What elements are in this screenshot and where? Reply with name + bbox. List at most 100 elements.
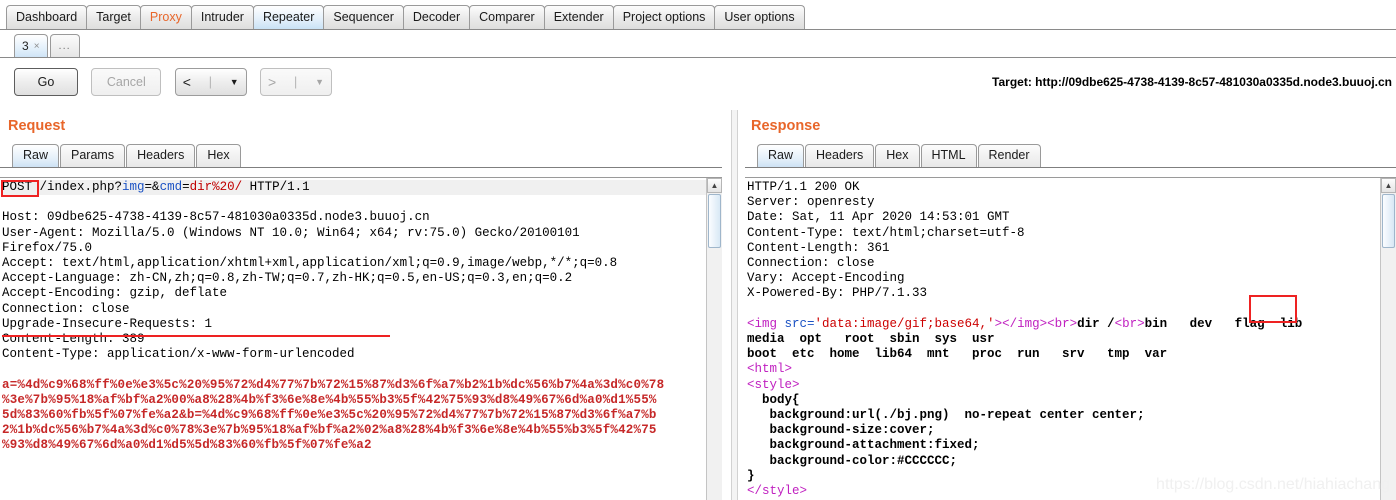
response-tab-raw[interactable]: Raw (757, 144, 805, 167)
request-header-accept-encoding: Accept-Encoding: gzip, deflate (2, 286, 228, 301)
chevron-down-icon[interactable]: ▼ (230, 77, 239, 87)
forward-arrow-icon: > (268, 74, 277, 90)
response-tab-render[interactable]: Render (977, 144, 1041, 167)
tab-decoder[interactable]: Decoder (402, 5, 471, 29)
response-scrollbar[interactable]: ▲ (1380, 178, 1396, 500)
request-header-connection: Connection: close (2, 301, 130, 316)
go-button[interactable]: Go (14, 68, 78, 96)
tab-target[interactable]: Target (86, 5, 141, 29)
request-tab-headers[interactable]: Headers (126, 144, 196, 167)
response-title: Response (751, 118, 821, 134)
response-css-background-size: background-size:cover; (747, 423, 935, 438)
response-html-open: <html> (747, 362, 793, 377)
request-method: POST (2, 180, 33, 194)
back-arrow-icon: < (182, 74, 191, 90)
response-style-open: <style> (747, 377, 800, 392)
request-body-line-2: %3e%7b%95%18%af%bf%a2%00%a8%28%4b%f3%6e%… (2, 392, 657, 407)
request-header-user-agent-cont: Firefox/75.0 (2, 240, 93, 255)
tab-intruder[interactable]: Intruder (190, 5, 254, 29)
request-header-host: Host: 09dbe625-4738-4139-8c57-481030a033… (2, 210, 430, 225)
scroll-up-icon[interactable]: ▲ (1381, 178, 1396, 193)
request-eq1: =& (144, 180, 160, 194)
response-listing-line-2: media opt root sbin sys usr (747, 332, 995, 347)
response-css-close-brace: } (747, 468, 755, 483)
request-tab-hex[interactable]: Hex (196, 144, 241, 167)
response-listing-after-flag: lib (1279, 316, 1303, 331)
response-pane: Response Raw Headers Hex HTML Render HTT… (745, 110, 1396, 500)
tab-dashboard[interactable]: Dashboard (6, 5, 88, 29)
response-editor[interactable]: HTTP/1.1 200 OK Server: openresty Date: … (745, 178, 1381, 500)
repeater-tab-label: 3 (22, 38, 29, 53)
response-tab-hex[interactable]: Hex (875, 144, 920, 167)
response-dir-command: dir / (1077, 316, 1115, 331)
request-body-line-1: a=%4d%c9%68%ff%0e%e3%5c%20%95%72%d4%77%7… (2, 377, 665, 392)
response-tab-headers[interactable]: Headers (805, 144, 875, 167)
request-tab-raw[interactable]: Raw (12, 144, 60, 167)
response-style-close: </style> (747, 484, 808, 499)
tab-extender[interactable]: Extender (543, 5, 614, 29)
response-header-connection: Connection: close (747, 256, 875, 271)
response-listing-line-3: boot etc home lib64 mnt proc run srv tmp… (747, 347, 1168, 362)
annotation-underline-content-type (2, 335, 390, 337)
request-header-accept-language: Accept-Language: zh-CN,zh;q=0.8,zh-TW;q=… (2, 271, 573, 286)
repeater-tab-3[interactable]: 3 × (14, 34, 48, 57)
response-img-src-value: 'data:image/gif;base64,' (814, 316, 995, 331)
response-css-background-attachment: background-attachment:fixed; (747, 438, 980, 453)
request-scroll-thumb[interactable] (708, 194, 721, 248)
request-tab-bar: Raw Params Headers Hex (0, 141, 722, 168)
request-tab-params[interactable]: Params (60, 144, 126, 167)
response-header-server: Server: openresty (747, 195, 875, 210)
request-eq2: = (182, 180, 190, 194)
pane-divider[interactable] (722, 110, 745, 500)
close-icon[interactable]: × (34, 36, 40, 57)
response-br-2: <br> (1114, 316, 1145, 331)
response-header-date: Date: Sat, 11 Apr 2020 14:53:01 GMT (747, 210, 1010, 225)
forward-button: > | ▼ (260, 68, 333, 96)
tab-sequencer[interactable]: Sequencer (323, 5, 404, 29)
response-tab-html[interactable]: HTML (920, 144, 977, 167)
request-http-version: HTTP/1.1 (242, 180, 310, 194)
tab-proxy[interactable]: Proxy (139, 5, 192, 29)
button-separator: | (208, 75, 212, 89)
response-status-line: HTTP/1.1 200 OK (747, 180, 860, 194)
request-editor[interactable]: POST /index.php?img=&cmd=dir%20/ HTTP/1.… (0, 178, 707, 500)
request-cmd-value: dir%20/ (189, 180, 243, 194)
pane-divider-grip[interactable] (731, 110, 738, 500)
response-header-x-powered-by: X-Powered-By: PHP/7.1.33 (747, 286, 928, 301)
request-header-user-agent: User-Agent: Mozilla/5.0 (Windows NT 10.0… (2, 225, 580, 240)
response-css-background-color: background-color:#CCCCCC; (747, 453, 958, 468)
response-editor-wrap: HTTP/1.1 200 OK Server: openresty Date: … (745, 177, 1396, 500)
tab-user-options[interactable]: User options (714, 5, 805, 29)
request-body-line-5: %93%d8%49%67%6d%a0%d1%d5%5d%83%60%fb%5f%… (2, 438, 372, 453)
back-button[interactable]: < | ▼ (174, 68, 247, 96)
tab-comparer[interactable]: Comparer (469, 5, 545, 29)
scroll-up-icon[interactable]: ▲ (707, 178, 722, 193)
response-header-content-length: Content-Length: 361 (747, 240, 890, 255)
request-editor-wrap: POST /index.php?img=&cmd=dir%20/ HTTP/1.… (0, 177, 722, 500)
request-pane: Request Raw Params Headers Hex POST /ind… (0, 110, 722, 500)
response-img-tag-open: <img (747, 316, 785, 331)
target-url-label: Target: http://09dbe625-4738-4139-8c57-4… (992, 75, 1392, 89)
response-css-selector: body{ (747, 392, 800, 407)
repeater-panes: Request Raw Params Headers Hex POST /ind… (0, 110, 1396, 500)
request-param-cmd: cmd (159, 180, 183, 194)
request-param-img: img (122, 180, 145, 194)
new-repeater-tab-button[interactable]: ... (49, 34, 80, 57)
response-br-1: <br> (1047, 316, 1078, 331)
response-header-content-type: Content-Type: text/html;charset=utf-8 (747, 225, 1025, 240)
response-header-vary: Vary: Accept-Encoding (747, 271, 905, 286)
tab-repeater[interactable]: Repeater (252, 5, 325, 29)
button-separator: | (294, 75, 298, 89)
chevron-down-icon: ▼ (315, 77, 325, 87)
tab-project-options[interactable]: Project options (612, 5, 716, 29)
request-header-upgrade-insecure: Upgrade-Insecure-Requests: 1 (2, 316, 213, 331)
request-scrollbar[interactable]: ▲ (706, 178, 722, 500)
response-img-src-attr: src= (784, 316, 815, 331)
response-img-tag-close: ></img> (994, 316, 1048, 331)
response-tab-bar: Raw Headers Hex HTML Render (745, 141, 1396, 168)
request-path: /index.php? (32, 180, 123, 194)
request-header-accept: Accept: text/html,application/xhtml+xml,… (2, 256, 618, 271)
request-body-line-4: 2%1b%dc%56%b7%4a%3d%c0%78%3e%7b%95%18%af… (2, 423, 657, 438)
response-scroll-thumb[interactable] (1382, 194, 1395, 248)
response-flag-entry: flag (1234, 316, 1265, 331)
